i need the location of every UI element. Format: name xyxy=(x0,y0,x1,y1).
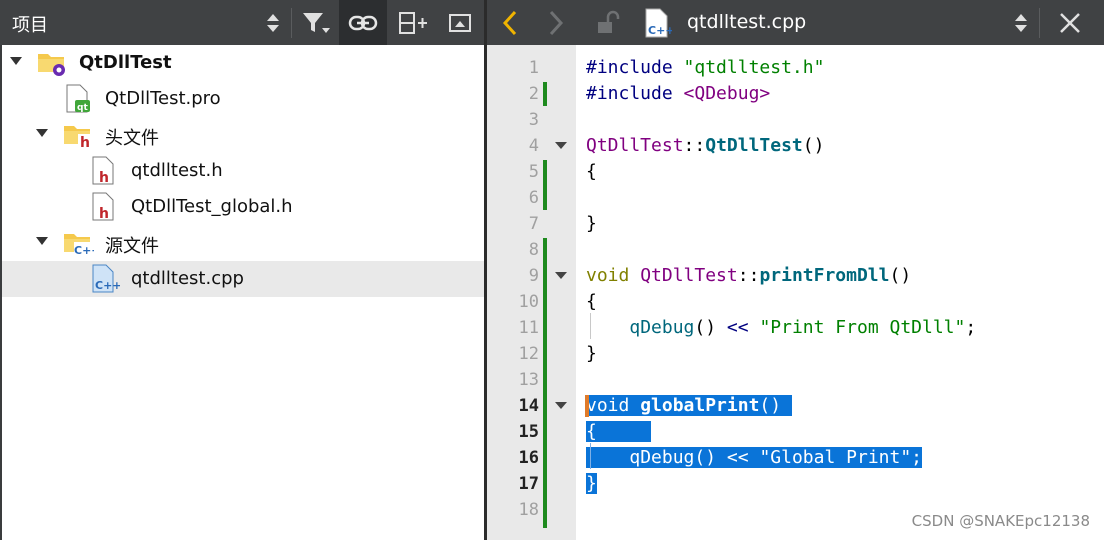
tree-item-pro-file[interactable]: qt QtDllTest.pro xyxy=(2,81,484,117)
line-number: 8 xyxy=(528,240,539,260)
line-number: 5 xyxy=(528,162,539,182)
line-number-gutter[interactable]: 1 2 3 4 5 6 7 8 9 10 11 12 13 14 15 16 1… xyxy=(487,45,576,540)
maximize-icon[interactable] xyxy=(440,0,480,45)
expand-arrow-icon[interactable] xyxy=(36,129,48,137)
project-folder-icon xyxy=(36,48,68,82)
tree-item-label: qtdlltest.cpp xyxy=(131,268,244,289)
svg-text:h: h xyxy=(80,135,90,150)
tree-item-header-folder[interactable]: h 头文件 xyxy=(2,117,484,153)
back-arrow-icon[interactable] xyxy=(493,0,527,45)
unlock-icon[interactable] xyxy=(587,0,627,45)
tree-item-label: qtdlltest.h xyxy=(131,160,223,181)
line-number: 14 xyxy=(518,396,539,416)
tree-item-cpp-file[interactable]: C++ qtdlltest.cpp xyxy=(2,261,484,297)
code-line: #include <QDebug> xyxy=(586,83,771,104)
fold-arrow-icon[interactable] xyxy=(555,402,567,409)
cpp-file-icon: C++ xyxy=(637,0,677,45)
svg-text:qt: qt xyxy=(77,103,88,113)
line-number: 10 xyxy=(518,292,539,312)
split-add-icon[interactable] xyxy=(391,0,435,45)
filter-icon[interactable] xyxy=(296,0,336,45)
expand-arrow-icon[interactable] xyxy=(36,237,48,245)
tree-item-header-file[interactable]: h qtdlltest.h xyxy=(2,153,484,189)
tree-item-source-folder[interactable]: C++ 源文件 xyxy=(2,225,484,261)
code-editor[interactable]: #include "qtdlltest.h" #include <QDebug>… xyxy=(576,45,1104,540)
fold-arrow-icon[interactable] xyxy=(555,142,567,149)
header-folder-icon: h xyxy=(62,120,94,154)
line-number: 6 xyxy=(528,188,539,208)
code-line: { xyxy=(586,161,597,182)
change-marker xyxy=(543,82,547,106)
tree-item-label: 源文件 xyxy=(105,236,159,257)
line-number: 7 xyxy=(528,214,539,234)
svg-text:C++: C++ xyxy=(648,24,672,37)
svg-text:C++: C++ xyxy=(74,244,94,257)
code-line-selected: } xyxy=(586,473,597,494)
line-number: 13 xyxy=(518,370,539,390)
line-number: 11 xyxy=(518,318,539,338)
svg-text:C++: C++ xyxy=(95,279,120,292)
line-number: 1 xyxy=(528,58,539,78)
text-cursor xyxy=(585,395,589,417)
line-number: 3 xyxy=(528,110,539,130)
tree-item-label: QtDllTest xyxy=(79,52,172,73)
qt-pro-file-icon: qt xyxy=(64,84,92,118)
header-file-icon: h xyxy=(90,156,118,190)
project-panel: 项目 QtDllTest qt QtDllTest.pro h 头文件 h qt… xyxy=(0,0,484,540)
line-number: 16 xyxy=(518,448,539,468)
project-panel-title: 项目 xyxy=(12,15,48,36)
close-icon[interactable] xyxy=(1045,0,1095,45)
line-number: 12 xyxy=(518,344,539,364)
change-marker xyxy=(543,238,547,528)
code-line: qDebug() << "Print From QtDlll"; xyxy=(629,317,977,338)
cpp-file-icon: C++ xyxy=(90,264,122,298)
forward-arrow-icon[interactable] xyxy=(539,0,573,45)
svg-text:h: h xyxy=(99,206,109,222)
source-folder-icon: C++ xyxy=(62,228,101,262)
line-number: 2 xyxy=(528,84,539,104)
tree-item-label: QtDllTest_global.h xyxy=(131,196,293,217)
code-line: } xyxy=(586,343,597,364)
editor-toolbar: C++ qtdlltest.cpp xyxy=(487,0,1104,45)
project-panel-toolbar: 项目 xyxy=(0,0,484,45)
line-number: 15 xyxy=(518,422,539,442)
change-marker xyxy=(543,160,547,210)
editor-file-name[interactable]: qtdlltest.cpp xyxy=(687,11,806,33)
file-dropdown-icon[interactable] xyxy=(1009,0,1033,45)
code-line: void QtDllTest::printFromDll() xyxy=(586,265,912,286)
tree-item-label: 头文件 xyxy=(105,128,159,149)
fold-arrow-icon[interactable] xyxy=(555,272,567,279)
expand-arrow-icon[interactable] xyxy=(10,57,22,65)
sort-updown-icon[interactable] xyxy=(258,0,288,45)
code-line-selected: { xyxy=(586,419,652,445)
tree-item-label: QtDllTest.pro xyxy=(105,88,221,109)
svg-text:h: h xyxy=(99,170,109,186)
line-number: 18 xyxy=(518,500,539,520)
tree-item-project[interactable]: QtDllTest xyxy=(2,45,484,81)
code-line-selected: qDebug() << "Global Print"; xyxy=(586,445,923,471)
link-icon[interactable] xyxy=(339,0,387,45)
code-line-selected: void globalPrint() xyxy=(586,393,792,419)
header-file-icon: h xyxy=(90,192,118,226)
tree-item-header-file[interactable]: h QtDllTest_global.h xyxy=(2,189,484,225)
watermark: CSDN @SNAKEpc12138 xyxy=(911,512,1090,530)
editor-panel: C++ qtdlltest.cpp 1 2 3 4 5 6 7 8 9 10 1… xyxy=(487,0,1104,540)
code-line: QtDllTest::QtDllTest() xyxy=(586,135,825,156)
line-number: 4 xyxy=(528,136,539,156)
line-number: 17 xyxy=(518,474,539,494)
code-line: } xyxy=(586,213,597,234)
code-line: #include "qtdlltest.h" xyxy=(586,57,825,78)
line-number: 9 xyxy=(528,266,539,286)
code-line: { xyxy=(586,291,597,312)
